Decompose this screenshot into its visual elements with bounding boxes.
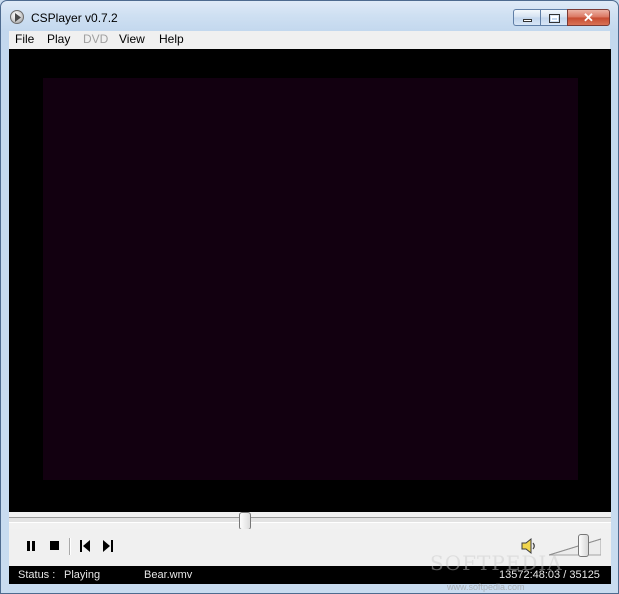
pause-icon bbox=[27, 541, 30, 551]
menu-bar: File Play DVD View Help bbox=[9, 31, 610, 49]
maximize-button[interactable] bbox=[540, 9, 567, 26]
frame-back-button[interactable] bbox=[78, 539, 94, 553]
menu-play[interactable]: Play bbox=[47, 32, 70, 47]
close-icon: ✕ bbox=[583, 10, 594, 25]
menu-view[interactable]: View bbox=[119, 32, 145, 47]
stop-button[interactable] bbox=[48, 539, 60, 553]
status-label: Status : bbox=[18, 569, 56, 581]
pause-button[interactable] bbox=[25, 539, 37, 553]
menu-dvd[interactable]: DVD bbox=[83, 32, 108, 47]
title-bar[interactable]: CSPlayer v0.7.2 ✕ bbox=[1, 1, 618, 31]
play-circle-icon bbox=[10, 10, 24, 24]
control-divider bbox=[69, 538, 71, 555]
frame-forward-button[interactable] bbox=[101, 539, 117, 553]
video-frame bbox=[43, 78, 578, 480]
caption-buttons: ✕ bbox=[513, 9, 610, 27]
window-title: CSPlayer v0.7.2 bbox=[31, 11, 118, 25]
step-forward-icon bbox=[103, 540, 113, 552]
seek-bar[interactable] bbox=[9, 512, 611, 530]
status-value: Playing bbox=[64, 569, 101, 581]
close-button[interactable]: ✕ bbox=[567, 9, 610, 26]
maximize-icon bbox=[549, 14, 560, 23]
menu-file[interactable]: File bbox=[15, 32, 34, 47]
video-area[interactable] bbox=[9, 49, 611, 512]
volume-thumb[interactable] bbox=[578, 534, 589, 557]
menu-help[interactable]: Help bbox=[159, 32, 184, 47]
seek-track[interactable] bbox=[9, 517, 611, 523]
stop-icon bbox=[50, 541, 59, 550]
minimize-icon bbox=[523, 19, 532, 22]
step-backward-icon bbox=[80, 540, 90, 552]
file-name: Bear.wmv bbox=[144, 569, 193, 581]
player-window: CSPlayer v0.7.2 ✕ File Play DVD View Hel… bbox=[0, 0, 619, 594]
watermark-logo: SOFTPEDIA bbox=[430, 551, 563, 575]
pause-icon-bar bbox=[32, 541, 35, 551]
watermark-url: www.softpedia.com bbox=[447, 582, 525, 592]
seek-thumb[interactable] bbox=[239, 512, 251, 530]
minimize-button[interactable] bbox=[513, 9, 540, 26]
